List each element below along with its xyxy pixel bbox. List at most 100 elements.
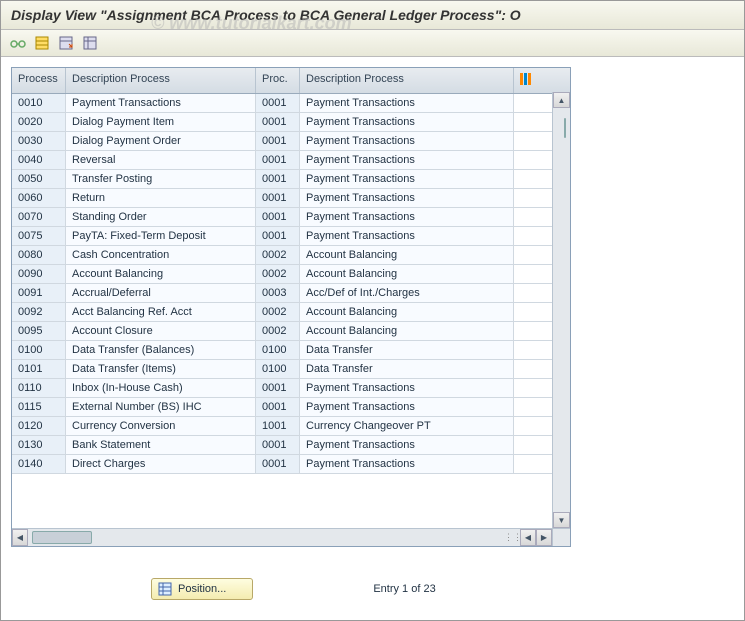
cell-desc2: Account Balancing: [300, 322, 514, 340]
col-desc-process-1[interactable]: Description Process: [66, 68, 256, 93]
cell-desc2: Payment Transactions: [300, 208, 514, 226]
table-row[interactable]: 0120Currency Conversion1001Currency Chan…: [12, 417, 570, 436]
cell-desc2: Payment Transactions: [300, 113, 514, 131]
cell-process: 0101: [12, 360, 66, 378]
cell-process: 0095: [12, 322, 66, 340]
cell-desc1: Reversal: [66, 151, 256, 169]
cell-spacer: [514, 227, 538, 245]
vscroll-thumb[interactable]: [564, 118, 566, 138]
cell-proc: 0003: [256, 284, 300, 302]
cell-process: 0040: [12, 151, 66, 169]
cell-desc2: Account Balancing: [300, 303, 514, 321]
footer: Position... Entry 1 of 23: [1, 578, 744, 600]
cell-proc: 0001: [256, 170, 300, 188]
glasses-icon[interactable]: [9, 34, 27, 52]
table-row[interactable]: 0095Account Closure0002Account Balancing: [12, 322, 570, 341]
position-button[interactable]: Position...: [151, 578, 253, 600]
cell-desc1: Data Transfer (Balances): [66, 341, 256, 359]
cell-desc1: Return: [66, 189, 256, 207]
table-row[interactable]: 0092Acct Balancing Ref. Acct0002Account …: [12, 303, 570, 322]
table-header: Process Description Process Proc. Descri…: [12, 68, 570, 94]
vertical-scrollbar[interactable]: ▲ ▼: [552, 92, 570, 528]
table-row[interactable]: 0115External Number (BS) IHC0001Payment …: [12, 398, 570, 417]
cell-desc1: Inbox (In-House Cash): [66, 379, 256, 397]
page-title: Display View "Assignment BCA Process to …: [11, 7, 734, 23]
table-row[interactable]: 0020Dialog Payment Item0001Payment Trans…: [12, 113, 570, 132]
cell-desc2: Payment Transactions: [300, 189, 514, 207]
cell-proc: 0001: [256, 379, 300, 397]
cell-desc2: Account Balancing: [300, 265, 514, 283]
cell-proc: 0002: [256, 303, 300, 321]
cell-spacer: [514, 341, 538, 359]
cell-proc: 0001: [256, 189, 300, 207]
cell-spacer: [514, 417, 538, 435]
scroll-up-icon[interactable]: ▲: [553, 92, 570, 108]
scroll-left-icon[interactable]: ◀: [12, 529, 28, 546]
cell-desc2: Payment Transactions: [300, 151, 514, 169]
col-process[interactable]: Process: [12, 68, 66, 93]
hscroll-track[interactable]: [28, 529, 506, 546]
cell-process: 0010: [12, 94, 66, 112]
entry-count: Entry 1 of 23: [373, 583, 435, 595]
cell-desc1: PayTA: Fixed-Term Deposit: [66, 227, 256, 245]
scroll-left2-icon[interactable]: ◀: [520, 529, 536, 546]
table-row[interactable]: 0091Accrual/Deferral0003Acc/Def of Int./…: [12, 284, 570, 303]
cell-desc1: Account Balancing: [66, 265, 256, 283]
col-proc[interactable]: Proc.: [256, 68, 300, 93]
position-icon: [158, 582, 172, 596]
hscroll-thumb[interactable]: [32, 531, 92, 544]
cell-proc: 0001: [256, 94, 300, 112]
cell-process: 0090: [12, 265, 66, 283]
table-row[interactable]: 0075PayTA: Fixed-Term Deposit0001Payment…: [12, 227, 570, 246]
table-body: 0010Payment Transactions0001Payment Tran…: [12, 94, 570, 546]
cell-desc2: Data Transfer: [300, 341, 514, 359]
table-row[interactable]: 0100Data Transfer (Balances)0100Data Tra…: [12, 341, 570, 360]
cell-spacer: [514, 436, 538, 454]
cell-spacer: [514, 284, 538, 302]
cell-proc: 0001: [256, 151, 300, 169]
table-row[interactable]: 0040Reversal0001Payment Transactions: [12, 151, 570, 170]
cell-desc2: Currency Changeover PT: [300, 417, 514, 435]
table-row[interactable]: 0090Account Balancing0002Account Balanci…: [12, 265, 570, 284]
cell-desc1: Transfer Posting: [66, 170, 256, 188]
position-label: Position...: [178, 583, 226, 595]
table-row[interactable]: 0101Data Transfer (Items)0100Data Transf…: [12, 360, 570, 379]
cell-proc: 0001: [256, 132, 300, 150]
cell-spacer: [514, 322, 538, 340]
cell-desc2: Account Balancing: [300, 246, 514, 264]
cell-spacer: [514, 208, 538, 226]
scroll-corner: [552, 528, 570, 546]
data-table: Process Description Process Proc. Descri…: [11, 67, 571, 547]
cell-desc2: Payment Transactions: [300, 94, 514, 112]
table-row[interactable]: 0010Payment Transactions0001Payment Tran…: [12, 94, 570, 113]
cell-desc2: Payment Transactions: [300, 227, 514, 245]
scroll-right-icon[interactable]: ▶: [536, 529, 552, 546]
cell-process: 0130: [12, 436, 66, 454]
cell-desc1: Account Closure: [66, 322, 256, 340]
cell-desc1: Dialog Payment Item: [66, 113, 256, 131]
cell-desc1: External Number (BS) IHC: [66, 398, 256, 416]
cell-desc1: Bank Statement: [66, 436, 256, 454]
table-row[interactable]: 0110Inbox (In-House Cash)0001Payment Tra…: [12, 379, 570, 398]
cell-spacer: [514, 455, 538, 473]
cell-desc1: Accrual/Deferral: [66, 284, 256, 302]
table-row[interactable]: 0080Cash Concentration0002Account Balanc…: [12, 246, 570, 265]
table-yellow-icon[interactable]: [33, 34, 51, 52]
configure-columns-icon[interactable]: [514, 68, 538, 93]
col-desc-process-2[interactable]: Description Process: [300, 68, 514, 93]
cell-spacer: [514, 265, 538, 283]
table-import-icon[interactable]: [81, 34, 99, 52]
cell-proc: 0001: [256, 455, 300, 473]
table-row[interactable]: 0060Return0001Payment Transactions: [12, 189, 570, 208]
cell-process: 0092: [12, 303, 66, 321]
table-row[interactable]: 0050Transfer Posting0001Payment Transact…: [12, 170, 570, 189]
table-row[interactable]: 0140Direct Charges0001Payment Transactio…: [12, 455, 570, 474]
cell-process: 0120: [12, 417, 66, 435]
table-row[interactable]: 0030Dialog Payment Order0001Payment Tran…: [12, 132, 570, 151]
cell-spacer: [514, 113, 538, 131]
scroll-down-icon[interactable]: ▼: [553, 512, 570, 528]
horizontal-scrollbar[interactable]: ◀ ⋮⋮ ◀ ▶: [12, 528, 552, 546]
table-export-icon[interactable]: [57, 34, 75, 52]
table-row[interactable]: 0070Standing Order0001Payment Transactio…: [12, 208, 570, 227]
table-row[interactable]: 0130Bank Statement0001Payment Transactio…: [12, 436, 570, 455]
